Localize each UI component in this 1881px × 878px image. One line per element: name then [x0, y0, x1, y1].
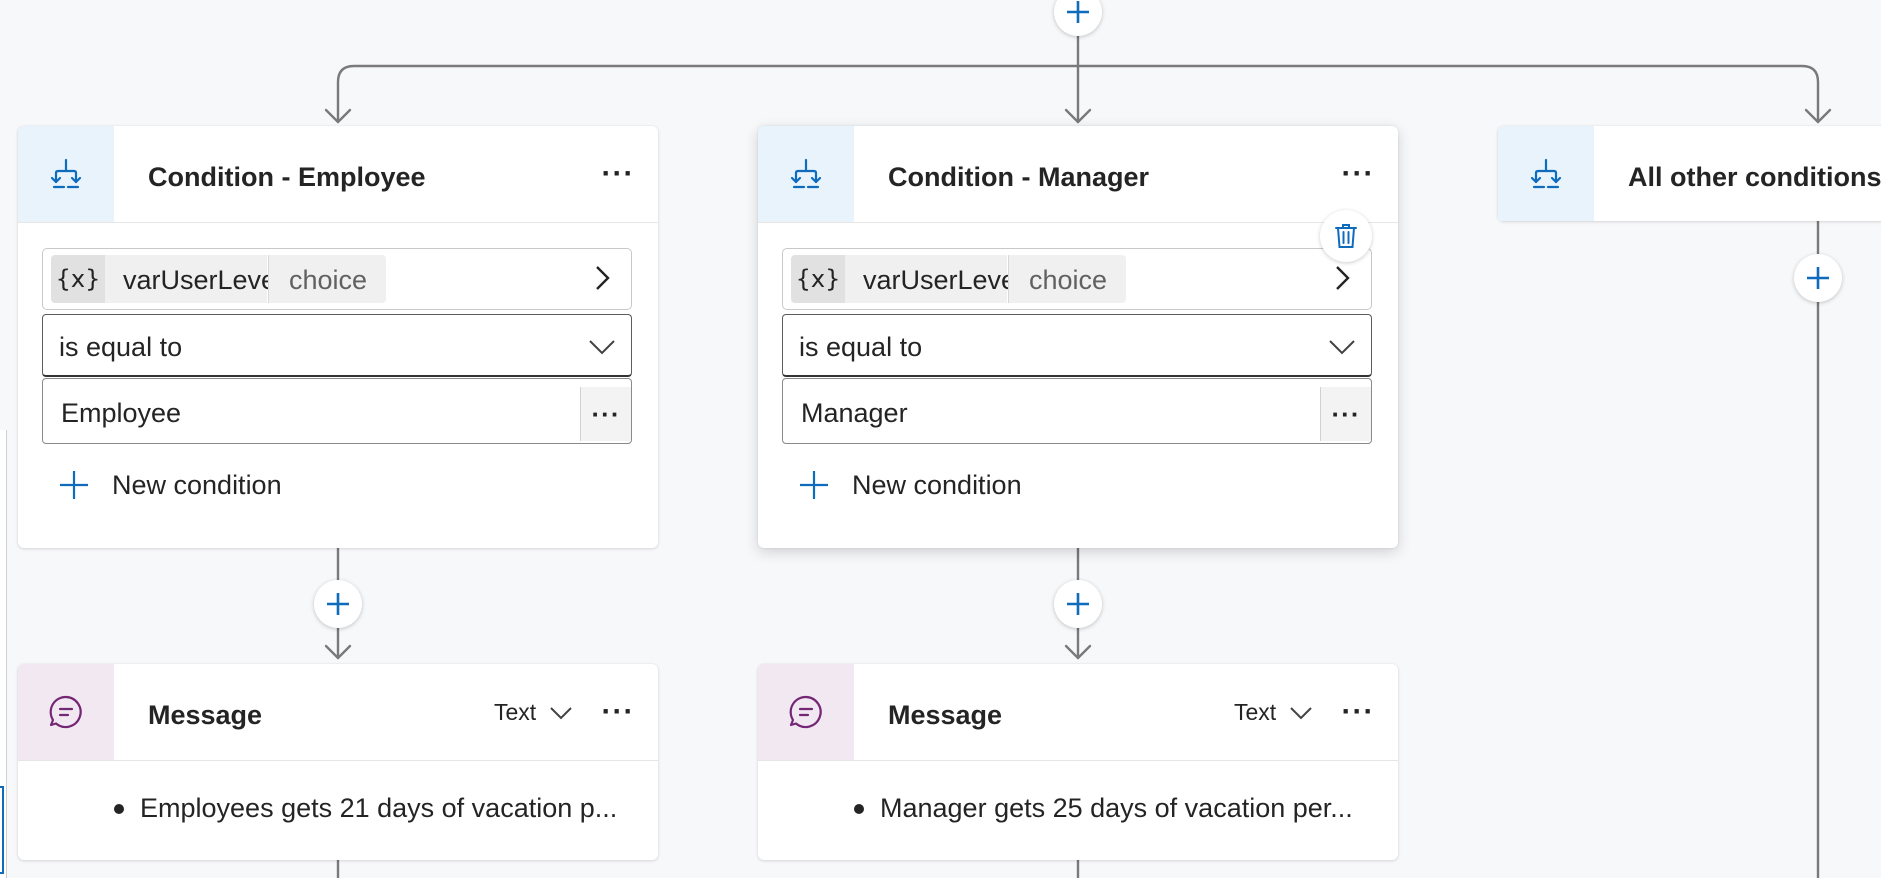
more-horizontal-icon: ··· — [1341, 695, 1375, 728]
more-horizontal-icon: ··· — [1331, 399, 1361, 429]
message-text-item: Employees gets 21 days of vacation p... — [114, 793, 617, 824]
plus-icon — [327, 593, 349, 615]
message-text-item: Manager gets 25 days of vacation per... — [854, 793, 1353, 824]
condition-title: All other conditions — [1628, 162, 1881, 192]
operator-value: is equal to — [799, 332, 923, 362]
message-body[interactable]: Manager gets 25 days of vacation per... — [758, 761, 1398, 860]
message-card-header: Message Text ··· — [758, 664, 1398, 761]
delete-condition-button[interactable] — [1320, 210, 1372, 262]
chevron-down-icon — [550, 707, 572, 720]
message-card-employee[interactable]: Message Text ··· Employees gets 21 days … — [18, 664, 658, 860]
bullet-icon — [854, 803, 864, 814]
more-options-button[interactable]: ··· — [596, 694, 640, 730]
chevron-right-icon[interactable] — [587, 263, 617, 293]
plus-icon — [1807, 267, 1829, 289]
add-node-button[interactable] — [1794, 254, 1842, 302]
more-options-button[interactable]: ··· — [1336, 156, 1380, 192]
variable-name: varUserLevel — [845, 255, 1022, 303]
chevron-right-icon[interactable] — [1327, 263, 1357, 293]
message-body[interactable]: Employees gets 21 days of vacation p... — [18, 761, 658, 860]
condition-card-employee[interactable]: Condition - Employee ··· {x} varUserLeve… — [18, 126, 658, 548]
condition-title: Condition - Employee — [148, 162, 426, 192]
variable-icon: {x} — [791, 255, 845, 303]
more-horizontal-icon: ··· — [1341, 157, 1375, 190]
branch-condition-icon — [1498, 126, 1594, 221]
flow-canvas[interactable]: Condition - Employee ··· {x} varUserLeve… — [0, 0, 1881, 878]
more-options-button[interactable]: ··· — [1336, 694, 1380, 730]
new-condition-label: New condition — [852, 469, 1022, 500]
chevron-down-icon — [589, 340, 615, 355]
message-type-label: Text — [1234, 698, 1277, 725]
plus-icon — [1067, 1, 1089, 23]
trash-icon — [1335, 224, 1357, 248]
chat-message-icon — [18, 664, 114, 760]
new-condition-label: New condition — [112, 469, 282, 500]
value-options-button[interactable]: ··· — [580, 387, 631, 441]
new-condition-button[interactable]: New condition — [798, 463, 1078, 507]
condition-card-header: Condition - Employee ··· — [18, 126, 658, 223]
more-options-button[interactable]: ··· — [596, 156, 640, 192]
variable-type: choice — [1008, 255, 1126, 303]
new-condition-button[interactable]: New condition — [58, 463, 338, 507]
message-text: Employees gets 21 days of vacation p... — [140, 793, 618, 823]
value-options-button[interactable]: ··· — [1320, 387, 1371, 441]
condition-card-header: Condition - Manager ··· — [758, 126, 1398, 223]
message-title: Message — [148, 700, 263, 730]
more-horizontal-icon: ··· — [591, 399, 621, 429]
operator-dropdown[interactable]: is equal to — [42, 314, 632, 377]
condition-value-field[interactable]: Employee ··· — [42, 378, 632, 444]
variable-type: choice — [268, 255, 386, 303]
message-type-dropdown[interactable]: Text — [1234, 694, 1314, 730]
chevron-down-icon — [1290, 707, 1312, 720]
bullet-icon — [114, 803, 124, 814]
chevron-down-icon — [1329, 340, 1355, 355]
branch-condition-icon — [18, 126, 114, 222]
condition-value: Manager — [801, 398, 908, 428]
variable-picker[interactable]: {x} varUserLevel choice — [42, 248, 632, 310]
operator-value: is equal to — [59, 332, 183, 362]
add-node-button[interactable] — [314, 580, 362, 628]
condition-card-manager[interactable]: Condition - Manager ··· {x} varUserLevel… — [758, 126, 1398, 548]
variable-icon: {x} — [51, 255, 105, 303]
operator-dropdown[interactable]: is equal to — [782, 314, 1372, 377]
message-card-header: Message Text ··· — [18, 664, 658, 761]
message-card-manager[interactable]: Message Text ··· Manager gets 25 days of… — [758, 664, 1398, 860]
condition-title: Condition - Manager — [888, 162, 1149, 192]
chat-message-icon — [758, 664, 854, 760]
message-type-label: Text — [494, 698, 537, 725]
plus-icon — [800, 471, 828, 499]
canvas-left-selection-edge — [0, 786, 4, 874]
plus-icon — [60, 471, 88, 499]
message-text: Manager gets 25 days of vacation per... — [880, 793, 1353, 823]
condition-value-field[interactable]: Manager ··· — [782, 378, 1372, 444]
more-horizontal-icon: ··· — [601, 695, 635, 728]
more-horizontal-icon: ··· — [601, 157, 635, 190]
variable-picker[interactable]: {x} varUserLevel choice — [782, 248, 1372, 310]
variable-name: varUserLevel — [105, 255, 282, 303]
message-title: Message — [888, 700, 1003, 730]
condition-value: Employee — [61, 398, 182, 428]
condition-card-all-other[interactable]: All other conditions — [1498, 126, 1881, 221]
plus-icon — [1067, 593, 1089, 615]
branch-condition-icon — [758, 126, 854, 222]
message-type-dropdown[interactable]: Text — [494, 694, 574, 730]
add-node-button[interactable] — [1054, 580, 1102, 628]
